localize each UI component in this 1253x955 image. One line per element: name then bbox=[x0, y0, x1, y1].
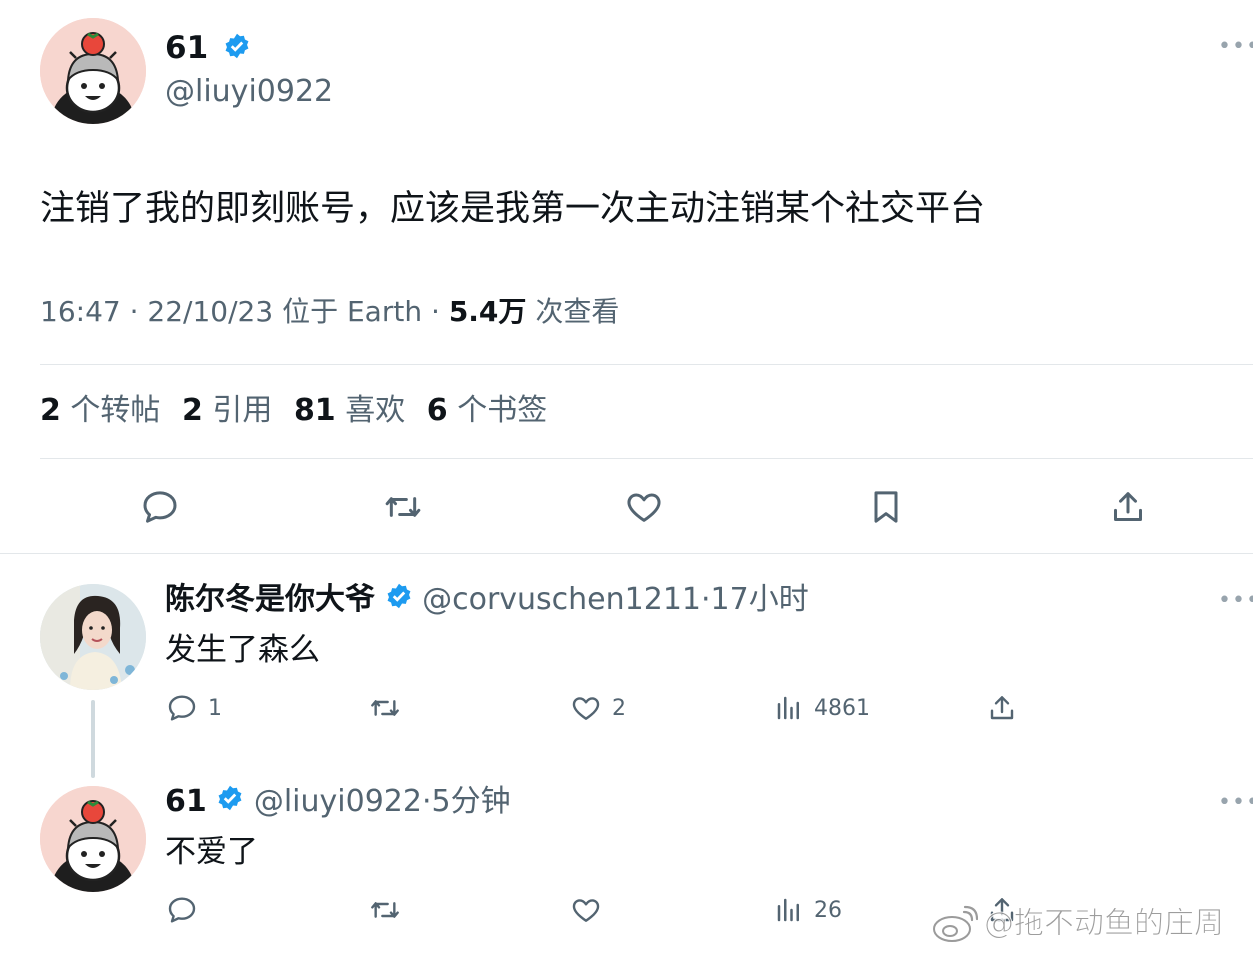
section-divider bbox=[0, 553, 1253, 554]
quotes-count: 2 bbox=[181, 393, 203, 428]
reply-header: 61 @liuyi0922·5分钟 bbox=[165, 782, 511, 823]
like-count: 2 bbox=[612, 695, 626, 721]
retweets-stat[interactable]: 2 个转帖 bbox=[40, 393, 160, 428]
views-button[interactable]: 4861 bbox=[774, 692, 870, 724]
thread-line bbox=[91, 700, 95, 778]
main-author-avatar[interactable] bbox=[40, 18, 146, 124]
divider bbox=[40, 458, 1253, 459]
more-icon[interactable]: ••• bbox=[1218, 588, 1253, 613]
bookmark-icon bbox=[874, 491, 898, 523]
reply-display-name[interactable]: 61 bbox=[165, 784, 207, 819]
reply-button[interactable] bbox=[166, 894, 198, 926]
bookmark-button[interactable] bbox=[866, 487, 906, 527]
reply-button[interactable]: 1 bbox=[166, 692, 222, 724]
retweets-label: 个转帖 bbox=[70, 393, 161, 428]
share-button[interactable] bbox=[986, 692, 1018, 724]
bookmarks-label: 个书签 bbox=[457, 393, 548, 428]
main-author-name[interactable]: 61 bbox=[165, 28, 251, 70]
reply-count: 1 bbox=[208, 695, 222, 721]
weibo-logo-icon bbox=[932, 905, 978, 943]
like-icon bbox=[572, 899, 600, 922]
share-icon bbox=[1114, 492, 1142, 521]
reply-text: 不爱了 bbox=[165, 834, 258, 870]
verified-badge-icon bbox=[216, 783, 244, 823]
views-button[interactable]: 26 bbox=[774, 894, 842, 926]
tweet-location: 位于 Earth bbox=[282, 295, 423, 328]
reply-button[interactable] bbox=[140, 487, 180, 527]
reply-display-name[interactable]: 陈尔冬是你大爷 bbox=[165, 582, 375, 617]
views-icon bbox=[777, 696, 799, 720]
quotes-stat[interactable]: 2 引用 bbox=[182, 393, 272, 428]
reply-text: 发生了森么 bbox=[165, 632, 320, 668]
reply-author-avatar[interactable] bbox=[40, 584, 146, 690]
more-icon[interactable]: ••• bbox=[1218, 34, 1253, 59]
reply-icon bbox=[168, 897, 196, 923]
like-button[interactable] bbox=[570, 894, 602, 926]
retweet-button[interactable] bbox=[368, 894, 402, 926]
likes-label: 喜欢 bbox=[345, 393, 406, 428]
view-count: 4861 bbox=[814, 695, 870, 721]
verified-badge-icon bbox=[223, 30, 251, 70]
separator: · bbox=[421, 784, 432, 819]
tweet-text: 注销了我的即刻账号，应该是我第一次主动注销某个社交平台 bbox=[40, 189, 986, 229]
share-icon bbox=[990, 696, 1014, 720]
quotes-label: 引用 bbox=[212, 393, 273, 428]
watermark: @拖不动鱼的庄周 bbox=[932, 904, 1225, 944]
reply-author-avatar[interactable] bbox=[40, 786, 146, 892]
separator: · bbox=[431, 295, 440, 328]
separator: · bbox=[129, 295, 139, 328]
divider bbox=[40, 364, 1253, 365]
tweet-time[interactable]: 16:47 bbox=[40, 295, 121, 328]
display-name: 61 bbox=[165, 30, 209, 66]
reply-handle[interactable]: @liuyi0922 bbox=[254, 784, 422, 819]
reply-icon bbox=[143, 491, 177, 523]
like-button[interactable] bbox=[624, 487, 664, 527]
view-count: 26 bbox=[814, 897, 842, 923]
retweet-icon bbox=[385, 497, 421, 517]
views-count: 5.4万 bbox=[448, 295, 527, 328]
reply-header: 陈尔冬是你大爷 @corvuschen1211·17小时 bbox=[165, 580, 809, 621]
like-icon bbox=[627, 493, 661, 522]
retweet-button[interactable] bbox=[382, 487, 424, 527]
retweet-button[interactable] bbox=[368, 692, 402, 724]
tweet-meta: 16:47 · 22/10/23 位于 Earth · 5.4万 次查看 bbox=[40, 292, 619, 332]
views-icon bbox=[777, 898, 799, 922]
like-icon bbox=[572, 697, 600, 720]
main-author-handle[interactable]: @liuyi0922 bbox=[165, 72, 333, 112]
share-button[interactable] bbox=[1108, 487, 1148, 527]
reply-time[interactable]: 17小时 bbox=[711, 582, 809, 617]
likes-stat[interactable]: 81 喜欢 bbox=[294, 393, 405, 428]
like-button[interactable]: 2 bbox=[570, 692, 626, 724]
more-icon[interactable]: ••• bbox=[1218, 790, 1253, 815]
bookmarks-count: 6 bbox=[426, 393, 448, 428]
separator: · bbox=[701, 582, 711, 617]
verified-badge-icon bbox=[385, 581, 413, 621]
retweet-icon bbox=[371, 700, 399, 716]
tweet-stats: 2 个转帖 2 引用 81 喜欢 6 个书签 bbox=[40, 390, 547, 432]
reply-icon bbox=[168, 695, 196, 721]
tweet-date[interactable]: 22/10/23 bbox=[147, 295, 273, 328]
retweet-icon bbox=[371, 902, 399, 918]
reply-time[interactable]: 5分钟 bbox=[432, 784, 511, 819]
views-label: 次查看 bbox=[535, 295, 620, 328]
reply-handle[interactable]: @corvuschen1211 bbox=[422, 582, 701, 617]
watermark-text: @拖不动鱼的庄周 bbox=[984, 906, 1225, 942]
bookmarks-stat[interactable]: 6 个书签 bbox=[427, 393, 547, 428]
retweets-count: 2 bbox=[40, 393, 61, 428]
likes-count: 81 bbox=[293, 393, 336, 428]
